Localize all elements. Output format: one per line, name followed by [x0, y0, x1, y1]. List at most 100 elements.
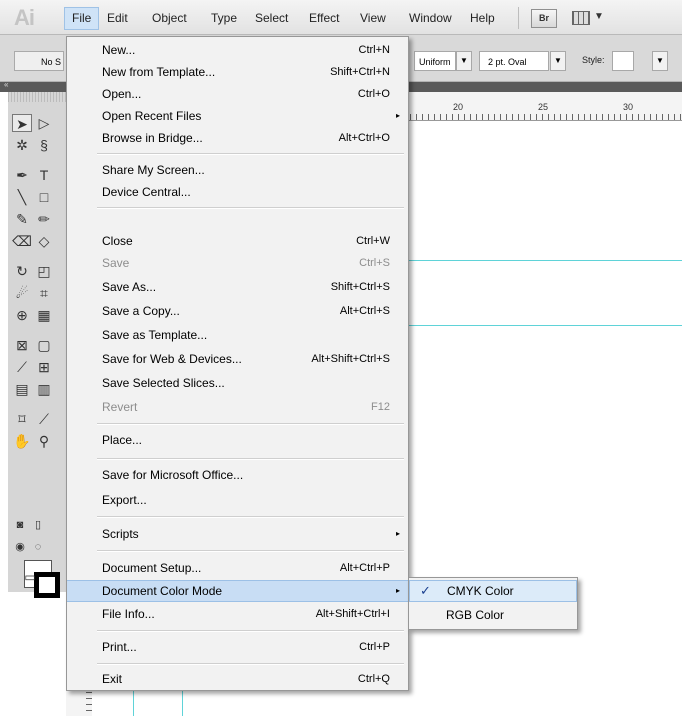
menu-item-label: Save Selected Slices... [102, 376, 225, 390]
menu-item-export[interactable]: Export... [67, 489, 408, 511]
menu-select[interactable]: Select [255, 11, 288, 25]
menu-item-open[interactable]: Open... Ctrl+O [67, 83, 408, 105]
menu-item-revert: Revert F12 [67, 396, 408, 418]
mesh-tool-icon[interactable]: ▢ [34, 336, 54, 354]
checkmark-icon: ✓ [420, 583, 431, 598]
menu-effect[interactable]: Effect [309, 11, 339, 25]
menu-item-document-color-mode[interactable]: Document Color Mode ▸ [67, 580, 408, 602]
menu-item-save: Save Ctrl+S [67, 252, 408, 274]
eyedropper-tool-icon[interactable]: ⟋ [12, 358, 32, 376]
slice-tool-icon[interactable]: ⟋ [34, 410, 54, 428]
menu-item-cmyk-color[interactable]: ✓ CMYK Color [409, 580, 577, 602]
style-swatch[interactable] [612, 51, 634, 71]
menu-separator [97, 630, 404, 632]
rectangle-tool-icon[interactable]: □ [34, 188, 54, 206]
menu-item-file-info[interactable]: File Info... Alt+Shift+Ctrl+I [67, 603, 408, 625]
menu-item-shortcut: Shift+Ctrl+S [330, 281, 390, 293]
free-transform-tool-icon[interactable]: ⌗ [34, 284, 54, 302]
warp-tool-icon[interactable]: ☄ [12, 284, 32, 302]
menu-object[interactable]: Object [152, 11, 187, 25]
menu-item-new-from-template[interactable]: New from Template... Shift+Ctrl+N [67, 61, 408, 83]
menu-item-save-a-copy[interactable]: Save a Copy... Alt+Ctrl+S [67, 300, 408, 322]
blend-tool-icon[interactable]: ⊞ [34, 358, 54, 376]
menu-item-shortcut: Ctrl+O [357, 88, 390, 100]
shape-builder-tool-icon[interactable]: ⊕ [12, 306, 32, 324]
menu-item-save-for-microsoft-office[interactable]: Save for Microsoft Office... [67, 464, 408, 486]
collapse-panels-icon[interactable]: « [4, 80, 8, 89]
column-graph-tool-icon[interactable]: ▥ [34, 380, 54, 398]
rotate-tool-icon[interactable]: ↻ [12, 262, 32, 280]
menu-item-print[interactable]: Print... Ctrl+P [67, 636, 408, 658]
menu-item-device-central[interactable]: Device Central... [67, 181, 408, 203]
menu-item-exit[interactable]: Exit Ctrl+Q [67, 668, 408, 690]
menu-item-scripts[interactable]: Scripts ▸ [67, 523, 408, 545]
menu-separator [97, 423, 404, 425]
pen-tool-icon[interactable]: ✒ [12, 166, 32, 184]
menu-item-label: Print... [102, 640, 137, 654]
menu-item-label: File Info... [102, 607, 155, 621]
menu-item-new[interactable]: New... Ctrl+N [67, 39, 408, 61]
selection-tool-icon[interactable]: ➤ [12, 114, 32, 132]
draw-behind-icon[interactable]: ◌ [28, 538, 48, 556]
menu-item-label: Save [102, 256, 130, 270]
menu-item-share-my-screen[interactable]: Share My Screen... [67, 159, 408, 181]
menu-item-save-for-web[interactable]: Save for Web & Devices... Alt+Shift+Ctrl+… [67, 348, 408, 370]
lasso-tool-icon[interactable]: § [34, 136, 54, 154]
menu-edit[interactable]: Edit [107, 11, 128, 25]
workspace-grid-icon [572, 11, 590, 25]
menu-file[interactable]: File [64, 7, 100, 30]
menu-separator [97, 207, 404, 209]
menu-item-label: Document Color Mode [102, 584, 223, 598]
color-mode-icon[interactable]: ◙ [10, 516, 30, 534]
menu-item-open-recent-files[interactable]: Open Recent Files ▸ [67, 105, 408, 127]
menu-item-browse-in-bridge[interactable]: Browse in Bridge... Alt+Ctrl+O [67, 127, 408, 149]
brush-dropdown-icon[interactable]: ▼ [550, 51, 566, 71]
menu-item-document-setup[interactable]: Document Setup... Alt+Ctrl+P [67, 557, 408, 579]
graph-tool-icon[interactable]: ▤ [12, 380, 32, 398]
hand-tool-icon[interactable]: ✋ [12, 432, 32, 450]
profile-dropdown-icon[interactable]: ▼ [456, 51, 472, 71]
gradient-mode-icon[interactable]: ▯ [28, 516, 48, 534]
pencil-tool-icon[interactable]: ✏ [34, 210, 54, 228]
perspective-grid-tool-icon[interactable]: ▦ [34, 306, 54, 324]
menu-help[interactable]: Help [470, 11, 495, 25]
menu-view[interactable]: View [360, 11, 386, 25]
submenu-arrow-icon: ▸ [395, 529, 400, 538]
symbol-sprayer-tool-icon[interactable]: ⊠ [12, 336, 32, 354]
panel-grip[interactable] [8, 92, 66, 102]
profile-select[interactable]: Uniform [414, 51, 456, 71]
ruler-mark-30: 30 [623, 102, 634, 112]
draw-normal-icon[interactable]: ◉ [10, 538, 30, 556]
style-dropdown-icon[interactable]: ▼ [652, 51, 668, 71]
menu-item-label: Save for Microsoft Office... [102, 468, 244, 482]
menu-type[interactable]: Type [211, 11, 237, 25]
menu-item-place[interactable]: Place... [67, 429, 408, 451]
bridge-button[interactable]: Br [531, 9, 557, 28]
eraser-tool-icon[interactable]: ◇ [34, 232, 54, 250]
direct-selection-tool-icon[interactable]: ▷ [34, 114, 54, 132]
menu-item-save-as[interactable]: Save As... Shift+Ctrl+S [67, 276, 408, 298]
workspace-switcher[interactable]: ▼ [572, 9, 612, 26]
paintbrush-tool-icon[interactable]: ✎ [12, 210, 32, 228]
menu-item-close[interactable]: Close Ctrl+W [67, 230, 408, 252]
screen-mode-icon[interactable]: ▭ [20, 568, 40, 586]
menu-window[interactable]: Window [409, 11, 452, 25]
menu-item-rgb-color[interactable]: RGB Color [409, 604, 577, 626]
artboard-tool-icon[interactable]: ⌑ [12, 410, 32, 428]
type-tool-icon[interactable]: T [34, 166, 54, 184]
blob-brush-tool-icon[interactable]: ⌫ [12, 232, 32, 250]
menu-item-shortcut: Shift+Ctrl+N [330, 66, 390, 78]
magic-wand-tool-icon[interactable]: ✲ [12, 136, 32, 154]
menu-item-label: Export... [102, 493, 147, 507]
menu-item-save-as-template[interactable]: Save as Template... [67, 324, 408, 346]
zoom-tool-icon[interactable]: ⚲ [34, 432, 54, 450]
menu-item-label: Browse in Bridge... [102, 131, 203, 145]
menu-item-shortcut: Ctrl+W [356, 235, 390, 247]
menu-item-shortcut: Alt+Ctrl+O [338, 132, 390, 144]
brush-select[interactable]: 2 pt. Oval [479, 51, 549, 71]
menu-item-save-selected-slices[interactable]: Save Selected Slices... [67, 372, 408, 394]
line-tool-icon[interactable]: ╲ [12, 188, 32, 206]
menu-item-label: Revert [102, 400, 138, 414]
scale-tool-icon[interactable]: ◰ [34, 262, 54, 280]
menu-separator [97, 153, 404, 155]
